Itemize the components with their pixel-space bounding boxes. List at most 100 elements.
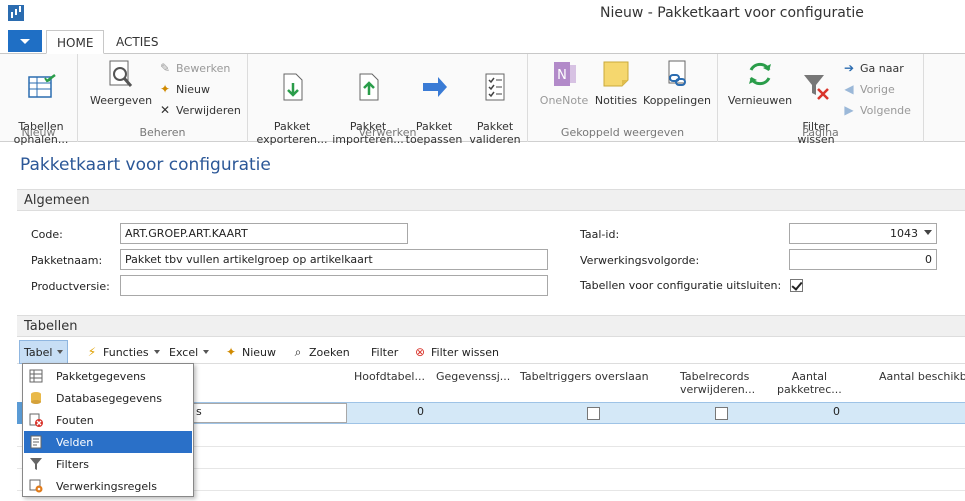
volgende-label: Volgende (860, 103, 911, 117)
taal-id-value: 1043 (890, 227, 918, 240)
section-algemeen-header[interactable]: Algemeen (17, 189, 965, 211)
fields-document-icon (28, 434, 44, 450)
ribbon: Tabellen ophalen... Nieuw Weergeven ✎ Bew… (0, 54, 965, 146)
name-cell[interactable] (192, 403, 347, 423)
volgende-button[interactable]: ▶ Volgende (842, 100, 911, 120)
group-label-verwerken: Verwerken (358, 126, 417, 139)
verwerkingsvolgorde-label: Verwerkingsvolgorde: (580, 254, 700, 267)
svg-text:N: N (557, 68, 567, 83)
app-logo-icon (8, 5, 24, 21)
onenote-label: OneNote (539, 94, 589, 107)
group-beheren: Weergeven ✎ Bewerken ✦ Nieuw ✕ Verwijderen … (78, 54, 248, 142)
previous-arrow-icon: ◀ (844, 82, 854, 96)
notities-label: Notities (594, 94, 638, 107)
aantal-pakketrecords-cell: 0 (833, 405, 840, 418)
table-import-icon (28, 74, 56, 98)
link-chain-icon (668, 60, 686, 86)
koppelingen-button[interactable]: Koppelingen (640, 58, 714, 107)
apply-arrow-icon (423, 77, 447, 97)
nieuw-toolbar-label: Nieuw (242, 345, 277, 359)
zoeken-label: Zoeken (309, 345, 350, 359)
column-header-tabelrecords-verwijderen[interactable]: Tabelrecords verwijderen... (680, 370, 755, 396)
filter-label: Filter (371, 345, 399, 359)
chevron-down-icon (924, 230, 932, 235)
tab-acties[interactable]: ACTIES (106, 30, 168, 54)
caret-down-icon (203, 350, 210, 354)
tab-home[interactable]: HOME (46, 30, 105, 54)
error-icon (28, 412, 44, 428)
tabeltriggers-checkbox[interactable] (587, 407, 600, 420)
nieuw-toolbar-button[interactable]: ✦ Nieuw (220, 340, 280, 364)
group-label-beheren: Beheren (139, 126, 186, 139)
pakketnaam-label: Pakketnaam: (31, 254, 103, 267)
refresh-icon (749, 62, 771, 86)
onenote-icon: N (554, 62, 576, 86)
functies-menu-button[interactable]: ⚡ Functies (81, 340, 164, 364)
zoeken-button[interactable]: ⌕ Zoeken (287, 340, 354, 364)
verwijderen-label: Verwijderen (176, 103, 241, 117)
menu-item-label: Pakketgegevens (56, 369, 146, 383)
productversie-label: Productversie: (31, 280, 110, 293)
menu-item-pakketgegevens[interactable]: Pakketgegevens (24, 365, 192, 387)
column-header-gegevenssjabloon[interactable]: Gegevenssj... (436, 370, 510, 383)
excel-menu-button[interactable]: Excel (165, 340, 213, 364)
nieuw-button[interactable]: ✦ Nieuw (158, 79, 210, 99)
ribbon-tabs: HOME ACTIES (0, 28, 965, 54)
koppelingen-label: Koppelingen (643, 94, 711, 107)
pakketnaam-field[interactable]: Pakket tbv vullen artikelgroep op artike… (120, 249, 548, 270)
section-tabellen-header[interactable]: Tabellen (17, 315, 965, 337)
bewerken-label: Bewerken (176, 61, 231, 75)
caret-down-icon (153, 350, 160, 354)
tabel-menu-button[interactable]: Tabel (19, 340, 69, 364)
uitsluiten-checkbox[interactable] (790, 279, 803, 292)
menu-item-label: Filters (56, 457, 89, 471)
column-header-hoofdtabel[interactable]: Hoofdtabel... (354, 370, 425, 383)
app-menu-button[interactable] (8, 30, 42, 52)
group-pagina: Vernieuwen Filter wissen ➔ Ga naar ◀ Vorig… (718, 54, 924, 146)
code-label: Code: (31, 228, 63, 241)
filter-wissen-button[interactable]: ⊗ Filter wissen (409, 340, 503, 364)
hoofdtabel-cell: 0 (417, 405, 424, 418)
menu-item-label: Databasegegevens (56, 391, 162, 405)
taal-id-select[interactable]: 1043 (789, 223, 937, 244)
code-field[interactable]: ART.GROEP.ART.KAART (120, 223, 408, 244)
column-header-aantal-pakketrecords[interactable]: Aantal pakketrec... (777, 370, 842, 396)
verwijderen-button[interactable]: ✕ Verwijderen (158, 100, 241, 120)
group-nieuw: Tabellen ophalen... Nieuw (0, 54, 78, 146)
verwerkingsvolgorde-field[interactable]: 0 (789, 249, 937, 270)
menu-item-label: Verwerkingsregels (56, 479, 157, 493)
menu-item-label: Velden (56, 435, 94, 449)
menu-item-verwerkingsregels[interactable]: Verwerkingsregels (24, 475, 192, 497)
bewerken-button[interactable]: ✎ Bewerken (158, 58, 230, 78)
filter-funnel-icon (28, 456, 44, 472)
vernieuwen-button[interactable]: Vernieuwen (726, 58, 794, 107)
menu-item-label: Fouten (56, 413, 94, 427)
pencil-icon: ✎ (159, 61, 171, 75)
vorige-label: Vorige (860, 82, 895, 96)
filter-button[interactable]: Filter (367, 340, 402, 364)
column-header-tabeltriggers[interactable]: Tabeltriggers overslaan (520, 370, 649, 383)
import-package-icon (359, 73, 379, 101)
uitsluiten-label: Tabellen voor configuratie uitsluiten: (580, 279, 782, 292)
filter-wissen-label: Filter wissen (431, 345, 499, 359)
productversie-field[interactable] (120, 275, 548, 296)
new-document-icon: ✦ (225, 345, 237, 359)
tabelrecords-verwijderen-checkbox[interactable] (715, 407, 728, 420)
vorige-button[interactable]: ◀ Vorige (842, 79, 895, 99)
weergeven-button[interactable]: Weergeven (90, 58, 152, 107)
excel-label: Excel (169, 345, 199, 359)
menu-item-fouten[interactable]: Fouten (24, 409, 192, 431)
menu-item-filters[interactable]: Filters (24, 453, 192, 475)
ga-naar-button[interactable]: ➔ Ga naar (842, 58, 904, 78)
notities-button[interactable]: Notities (592, 58, 640, 107)
caret-down-icon (57, 350, 64, 354)
ga-naar-label: Ga naar (860, 61, 904, 75)
binoculars-icon: ⌕ (294, 344, 302, 359)
group-label-gekoppeld: Gekoppeld weergeven (560, 126, 685, 139)
column-header-aantal-beschikbaar[interactable]: Aantal beschikba (879, 370, 965, 383)
export-package-icon (283, 73, 303, 101)
page-title: Pakketkaart voor configuratie (20, 155, 271, 175)
onenote-button[interactable]: N OneNote (536, 58, 592, 107)
menu-item-databasegegevens[interactable]: Databasegegevens (24, 387, 192, 409)
menu-item-velden[interactable]: Velden (24, 431, 192, 453)
